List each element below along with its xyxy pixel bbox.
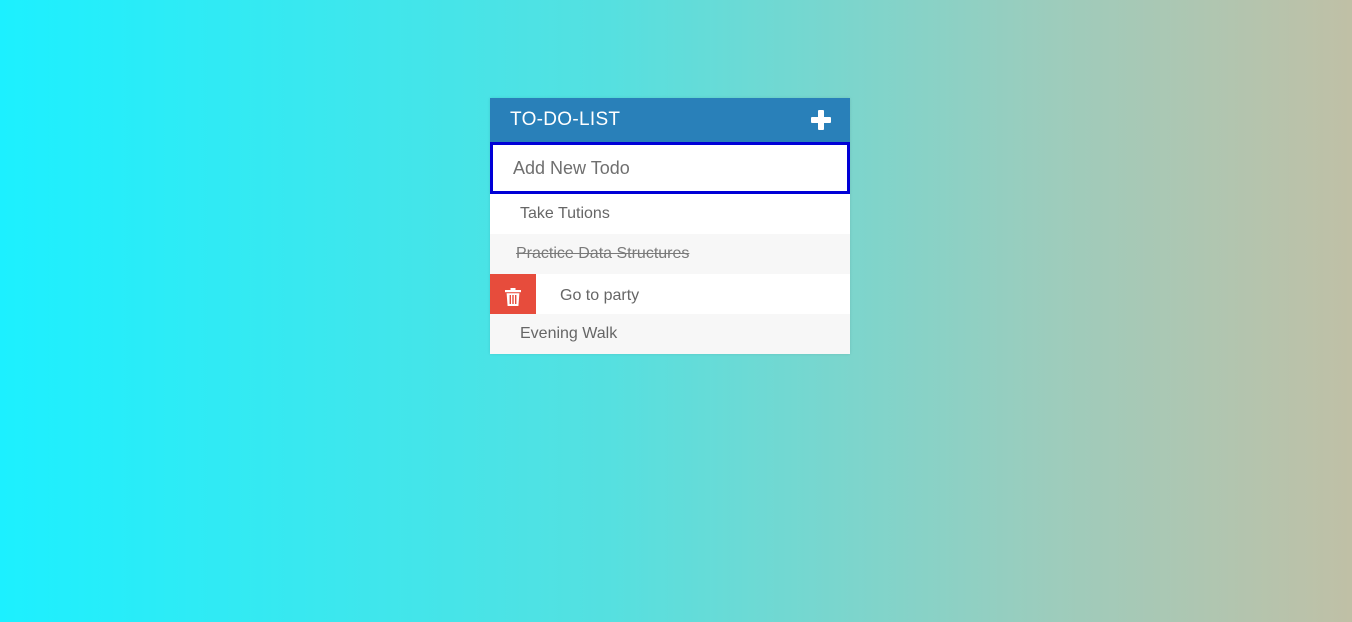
todo-item[interactable]: Go to party	[490, 274, 850, 320]
trash-icon	[505, 288, 521, 306]
new-todo-input[interactable]	[490, 142, 850, 194]
todo-item[interactable]: Evening Walk	[490, 314, 850, 354]
todo-text: Take Tutions	[520, 205, 610, 222]
todo-card: TO-DO-LIST Take Tutions Practice Data St…	[490, 98, 850, 354]
todo-text: Practice Data Structures	[516, 245, 690, 262]
todo-item-completed[interactable]: Practice Data Structures	[490, 234, 850, 274]
todo-item[interactable]: Take Tutions	[490, 194, 850, 234]
todo-text: Go to party	[560, 287, 640, 304]
todo-header: TO-DO-LIST	[490, 98, 850, 142]
plus-icon[interactable]	[810, 109, 832, 131]
todo-list: Take Tutions Practice Data Structures Go…	[490, 194, 850, 354]
todo-title: TO-DO-LIST	[510, 109, 621, 130]
todo-text: Evening Walk	[520, 325, 618, 342]
